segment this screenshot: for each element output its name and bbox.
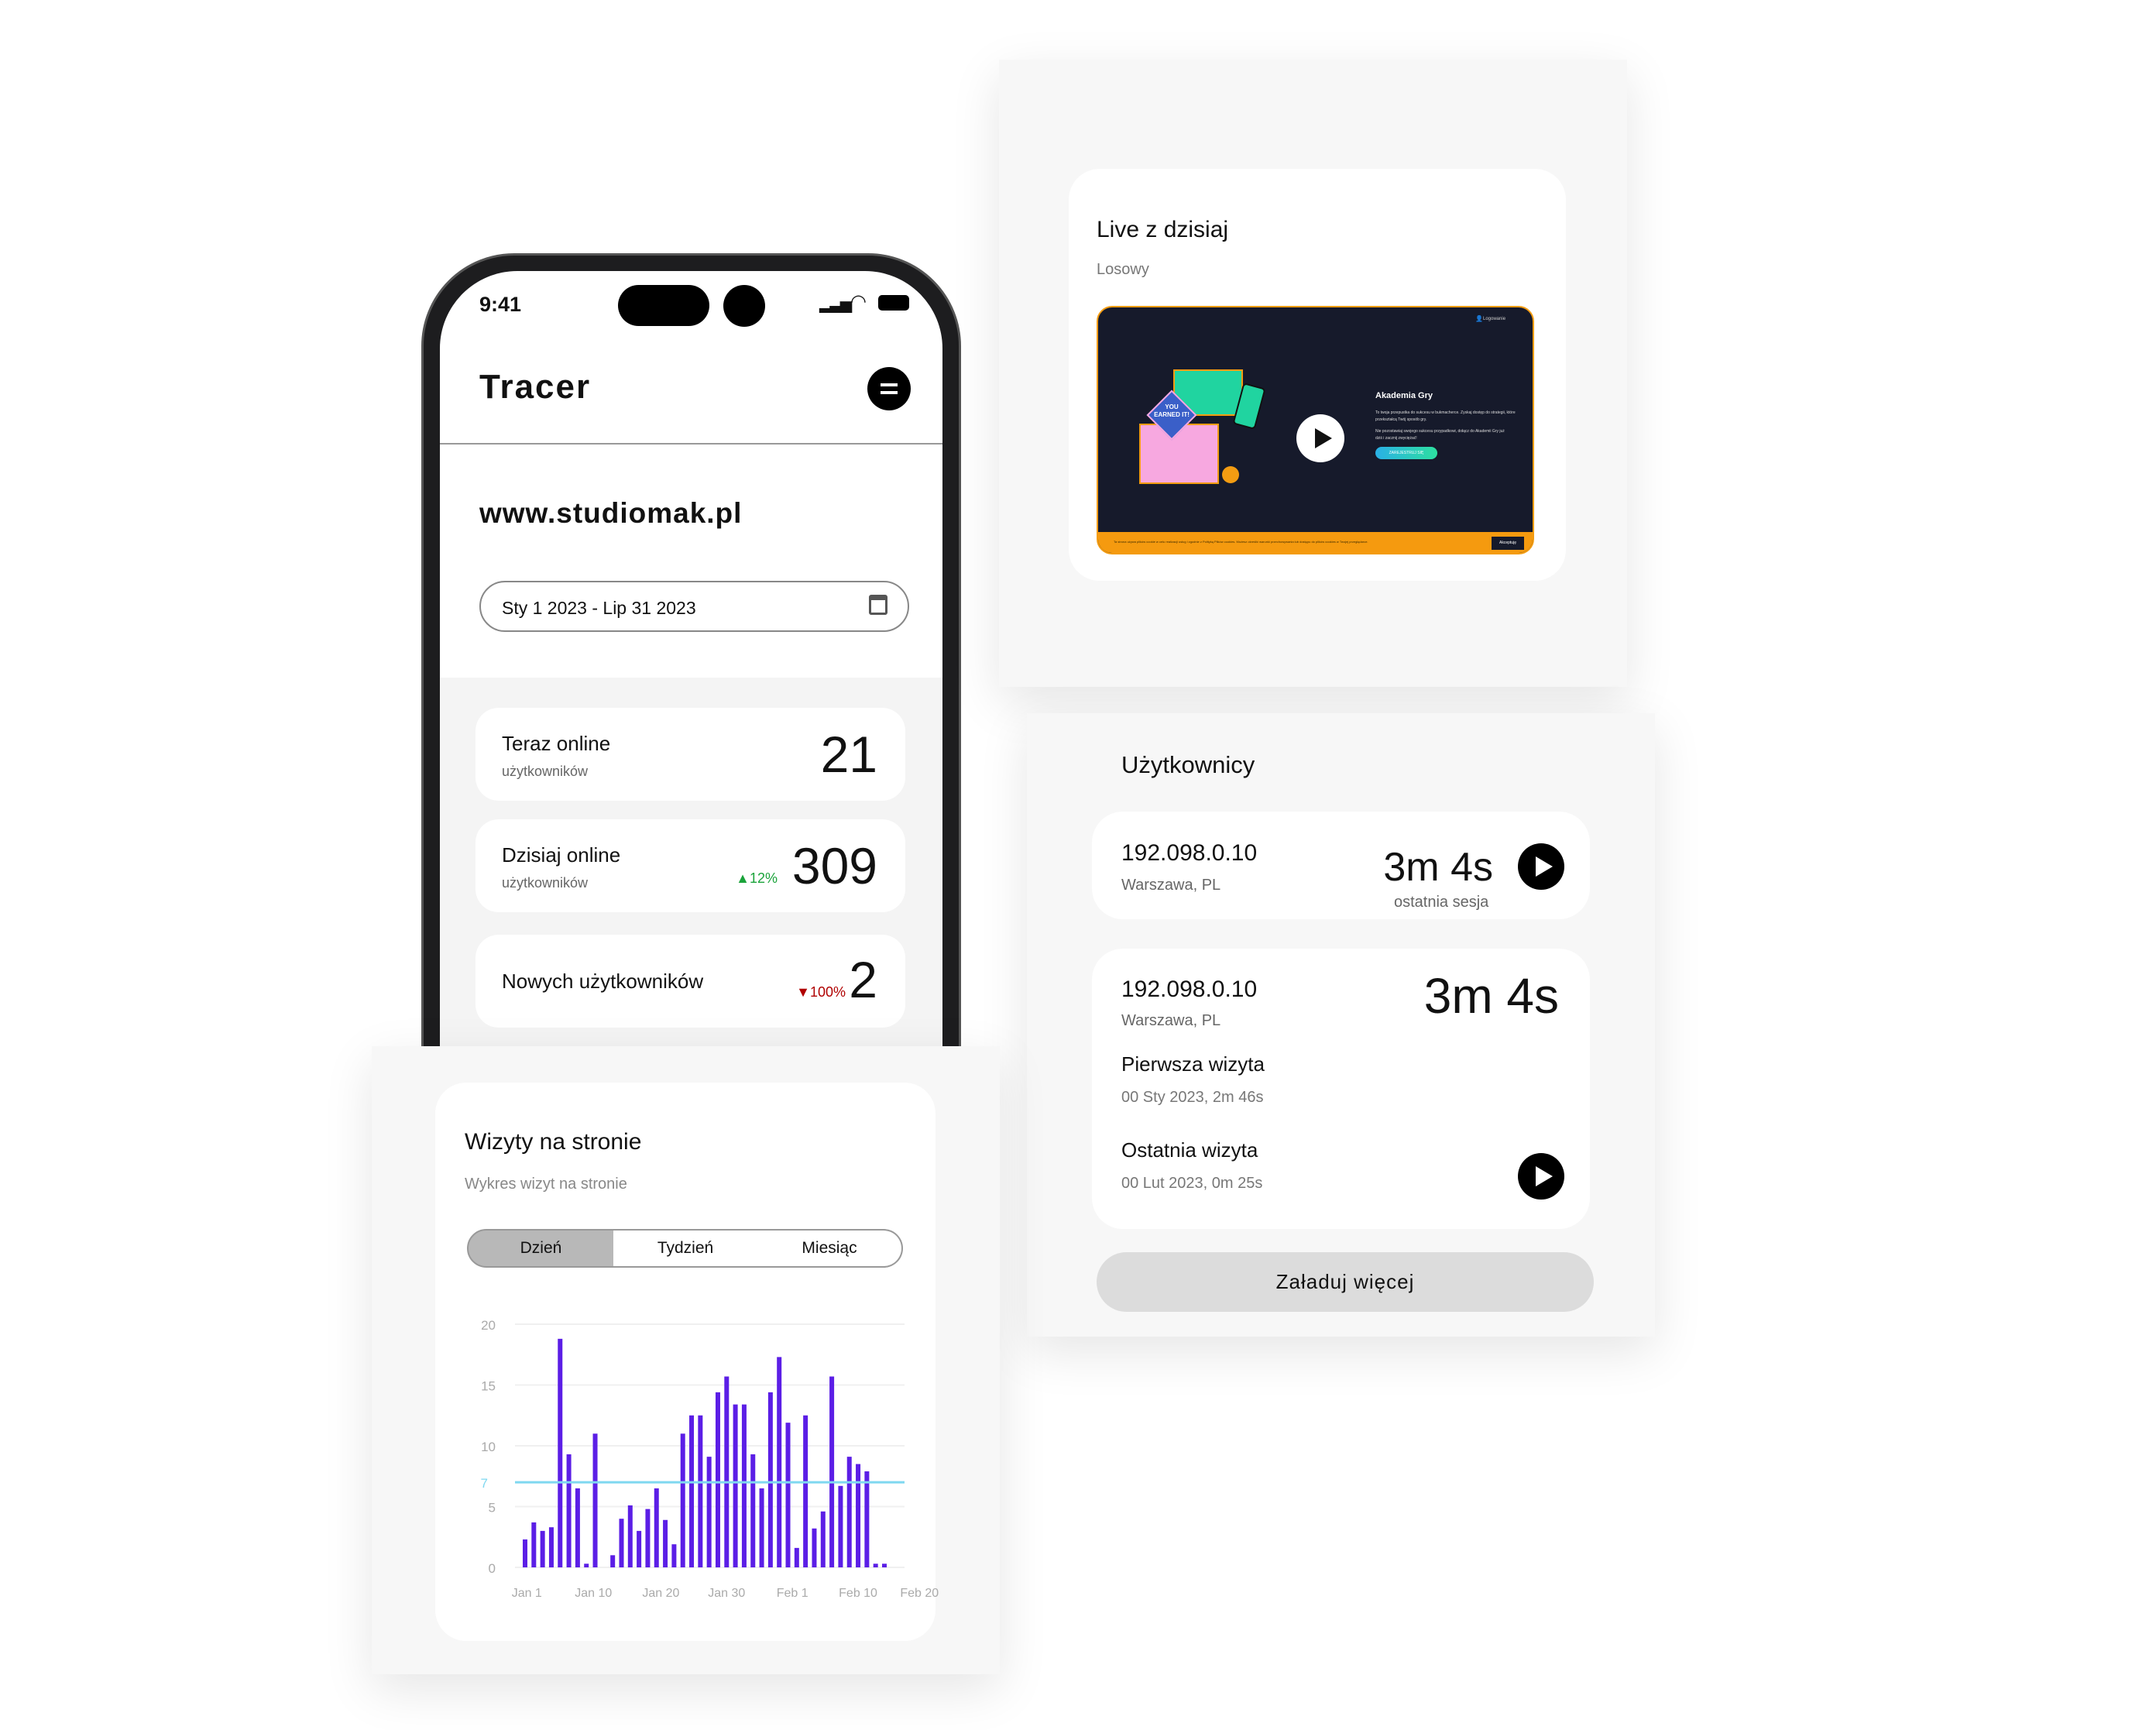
bar (637, 1530, 642, 1567)
y-tick-label: 10 (481, 1440, 496, 1454)
bar (680, 1433, 685, 1567)
bar (689, 1415, 695, 1567)
bar (540, 1530, 545, 1567)
bar (610, 1555, 616, 1567)
y-tick-label: 5 (489, 1501, 496, 1515)
bar (733, 1404, 738, 1567)
bar (846, 1457, 852, 1567)
bar (750, 1454, 756, 1567)
bar (803, 1415, 808, 1567)
bar (531, 1522, 537, 1567)
x-tick-label: Feb 10 (839, 1587, 877, 1600)
x-tick-label: Jan 10 (575, 1587, 612, 1600)
bar (794, 1547, 799, 1567)
bar (882, 1564, 887, 1567)
bar (873, 1564, 878, 1567)
y-tick-label: 0 (489, 1561, 496, 1576)
bar (566, 1454, 572, 1567)
bar (558, 1338, 563, 1567)
bar (627, 1505, 633, 1567)
bar (856, 1464, 861, 1567)
average-line-label: 7 (481, 1476, 488, 1491)
x-tick-label: Jan 20 (642, 1587, 679, 1600)
bar (724, 1376, 730, 1567)
x-tick-label: Jan 1 (512, 1587, 542, 1600)
x-tick-label: Feb 1 (777, 1587, 808, 1600)
bar (523, 1539, 527, 1567)
bar (671, 1544, 677, 1567)
bar (829, 1376, 835, 1567)
bar (654, 1488, 659, 1567)
bar (812, 1528, 817, 1567)
bar (785, 1423, 791, 1567)
bar (715, 1392, 720, 1567)
bar (706, 1457, 712, 1567)
visits-bar-chart: 0 5 10 15 20 7 Jan 1 Jan 10 Jan 20 Jan 30 Feb 1 Feb… (481, 1318, 939, 1600)
y-tick-label: 20 (481, 1318, 496, 1333)
bar (759, 1488, 764, 1567)
bar (592, 1433, 598, 1567)
bar (767, 1392, 773, 1567)
bar (645, 1509, 651, 1567)
bar (741, 1404, 747, 1567)
bar (777, 1357, 782, 1567)
x-tick-label: Feb 20 (900, 1587, 939, 1600)
bar (619, 1519, 624, 1567)
bar (575, 1488, 580, 1567)
bar (698, 1415, 703, 1567)
bar (838, 1485, 843, 1567)
bar (864, 1471, 870, 1567)
y-tick-label: 15 (481, 1379, 496, 1394)
bar (663, 1519, 668, 1567)
x-tick-label: Jan 30 (708, 1587, 745, 1600)
bar (584, 1564, 589, 1567)
bar (820, 1511, 826, 1567)
bar (548, 1527, 554, 1567)
